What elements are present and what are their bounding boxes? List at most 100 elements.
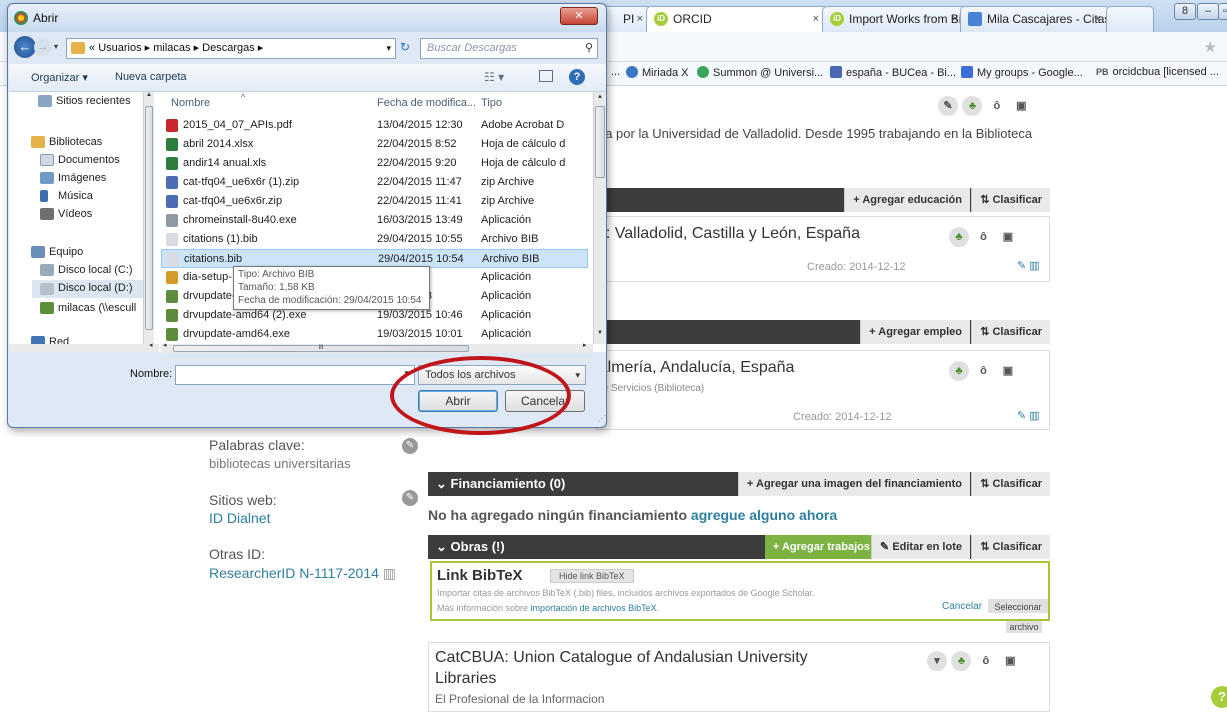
visibility-limited-icon[interactable]: ô <box>973 227 993 247</box>
maximize-icon[interactable]: ▫ <box>1218 3 1227 20</box>
visibility-limited-icon[interactable]: ô <box>973 361 993 381</box>
nav-libraries[interactable]: Bibliotecas <box>31 136 102 148</box>
scroll-right-icon[interactable]: ▸ <box>583 341 587 349</box>
pencil-icon[interactable]: ✎ <box>938 96 958 116</box>
file-row[interactable]: drvupdate-amd64.exe 19/03/2015 10:01 Aplic… <box>161 325 588 344</box>
sort-education-button[interactable]: ⇅ Clasificar <box>971 188 1050 212</box>
file-row[interactable]: andir14 anual.xls 22/04/2015 9:20 Hoja de … <box>161 154 588 173</box>
dialog-close-button[interactable]: ✕ <box>560 7 598 25</box>
visibility-everyone-icon[interactable]: ♣ <box>962 96 983 116</box>
nav-music[interactable]: Música <box>40 190 93 202</box>
browser-tab-scholar[interactable]: Mila Cascajares - Citas × <box>960 6 1110 32</box>
file-list-hscroll[interactable]: ◂ III ▸ <box>161 341 593 353</box>
search-input[interactable]: Buscar Descargas ⚲ <box>420 38 598 59</box>
scroll-up-icon[interactable]: ▲ <box>594 94 606 100</box>
select-file-button[interactable]: Seleccionar <box>988 599 1048 613</box>
path-segment[interactable]: milacas <box>153 42 190 54</box>
batch-edit-button[interactable]: ✎ Editar en lote <box>871 535 970 559</box>
file-row[interactable]: 2015_04_07_APIs.pdf 13/04/2015 12:30 Adobe… <box>161 116 588 135</box>
nav-videos[interactable]: Vídeos <box>40 208 92 220</box>
nav-drive-d[interactable]: Disco local (D:) <box>32 280 150 298</box>
back-arrow-icon[interactable]: ← <box>14 36 36 58</box>
cancel-link[interactable]: Cancelar <box>942 601 982 612</box>
add-education-button[interactable]: + Agregar educación <box>844 188 970 212</box>
add-funding-button[interactable]: + Agregar una imagen del financiamiento <box>737 472 970 496</box>
user-icon[interactable]: 8 <box>1174 3 1196 20</box>
scroll-thumb[interactable] <box>145 106 153 330</box>
lock-icon[interactable]: ▣ <box>1011 96 1031 116</box>
help-button[interactable]: ? <box>1211 686 1227 708</box>
hide-bibtex-button[interactable]: Hide link BibTeX <box>550 569 634 583</box>
scroll-thumb[interactable] <box>595 106 605 178</box>
website-link[interactable]: ID Dialnet <box>209 510 270 526</box>
edit-delete-icons[interactable]: ✎ ▥ <box>1017 409 1040 422</box>
edit-delete-icons[interactable]: ✎ ▥ <box>1017 259 1040 272</box>
file-list-scrollbar[interactable]: ▲ ▼ <box>593 92 606 344</box>
lock-icon[interactable]: ▣ <box>998 227 1018 247</box>
search-icon[interactable]: ⚲ <box>585 39 593 58</box>
new-tab-button[interactable] <box>1106 6 1154 32</box>
visibility-limited-icon[interactable]: ô <box>987 96 1007 116</box>
researcher-id-link[interactable]: ResearcherID N-1117-2014 ▥ <box>209 565 396 582</box>
bookmark-item[interactable]: Summon @ Universi... <box>697 66 823 79</box>
browser-tab-import-works[interactable]: iD Import Works from Bib × <box>822 6 967 32</box>
file-row[interactable]: cat-tfq04_ue6x6r.zip 22/04/2015 11:41 zip … <box>161 192 588 211</box>
path-dropdown-icon[interactable]: ▾ <box>386 39 391 58</box>
recent-locations-icon[interactable]: ▾ <box>54 42 58 51</box>
organize-button[interactable]: Organizar ▾ <box>31 71 88 84</box>
scroll-left-icon[interactable]: ◂ <box>163 341 167 349</box>
filename-input[interactable]: ▾ <box>175 365 415 385</box>
bookmark-item[interactable]: españa - BUCea - Bi... <box>830 66 956 79</box>
nav-documents[interactable]: Documentos <box>40 154 120 166</box>
nav-recent-places[interactable]: Sitios recientes <box>38 95 131 107</box>
bookmark-item[interactable]: My groups - Google... <box>961 66 1083 79</box>
sort-works-button[interactable]: ⇅ Clasificar <box>971 535 1050 559</box>
file-row[interactable]: citations (1).bib 29/04/2015 10:55 Archivo… <box>161 230 588 249</box>
file-row[interactable]: cat-tfq04_ue6x6r (1).zip 22/04/2015 11:47… <box>161 173 588 192</box>
add-works-button[interactable]: + Agregar trabajos <box>764 535 878 559</box>
minimize-icon[interactable]: – <box>1197 3 1219 20</box>
sort-funding-button[interactable]: ⇅ Clasificar <box>971 472 1050 496</box>
trash-icon[interactable]: ▥ <box>383 565 396 581</box>
preview-pane-icon[interactable] <box>539 70 553 82</box>
help-icon[interactable]: ? <box>569 69 585 85</box>
path-segment[interactable]: Usuarios <box>98 42 141 54</box>
scroll-up-icon[interactable]: ▲ <box>144 92 154 98</box>
bibtex-info-link[interactable]: importación de archivos BibTeX <box>531 603 657 613</box>
select-file-button-overflow[interactable]: archivo <box>1006 621 1042 633</box>
nav-network-drive[interactable]: milacas (\\escull <box>40 302 150 314</box>
file-row[interactable]: chromeinstall-8u40.exe 16/03/2015 13:49 Ap… <box>161 211 588 230</box>
bookmark-star-icon[interactable]: ★ <box>1204 38 1217 56</box>
close-tab-icon[interactable]: × <box>637 7 643 31</box>
scroll-down-icon[interactable]: ▼ <box>594 330 606 336</box>
nav-pane-scrollbar[interactable]: ▲ <box>143 92 154 344</box>
hscroll-thumb[interactable]: III <box>173 345 469 352</box>
column-date[interactable]: Fecha de modifica... <box>377 92 476 114</box>
lock-icon[interactable]: ▣ <box>998 361 1018 381</box>
column-type[interactable]: Tipo <box>481 92 502 114</box>
bookmark-item[interactable]: Miriada X <box>626 66 688 79</box>
visibility-everyone-icon[interactable]: ♣ <box>951 651 972 671</box>
bookmark-item[interactable]: ... <box>611 66 620 78</box>
file-row[interactable]: abril 2014.xlsx 22/04/2015 8:52 Hoja de cá… <box>161 135 588 154</box>
close-tab-icon[interactable]: × <box>952 7 958 31</box>
forward-arrow-icon[interactable]: → <box>34 38 52 56</box>
add-employment-button[interactable]: + Agregar empleo <box>860 320 970 344</box>
close-tab-icon[interactable]: × <box>813 7 819 31</box>
filter-dropdown-icon[interactable]: ▾ <box>575 366 580 384</box>
pencil-icon[interactable]: ✎ <box>402 438 418 454</box>
lock-icon[interactable]: ▣ <box>1000 651 1020 671</box>
nav-pictures[interactable]: Imágenes <box>40 172 106 184</box>
scroll-left-icon[interactable]: ◂ <box>149 341 153 349</box>
view-options-icon[interactable]: ☷ ▾ <box>484 70 504 84</box>
resize-grip-icon[interactable]: ⋰ <box>598 414 606 423</box>
path-segment[interactable]: Descargas <box>202 42 255 54</box>
visibility-limited-icon[interactable]: ô <box>976 651 996 671</box>
column-name[interactable]: Nombre <box>171 92 210 114</box>
nav-drive-c[interactable]: Disco local (C:) <box>40 264 133 276</box>
refresh-icon[interactable]: ↻ <box>400 40 410 54</box>
expand-icon[interactable]: ▾ <box>927 651 947 671</box>
sort-employment-button[interactable]: ⇅ Clasificar <box>971 320 1050 344</box>
browser-tab-orcid[interactable]: iD ORCID × <box>646 6 828 32</box>
path-breadcrumb[interactable]: « Usuarios ▸ milacas ▸ Descargas ▸ ▾ <box>66 38 396 59</box>
